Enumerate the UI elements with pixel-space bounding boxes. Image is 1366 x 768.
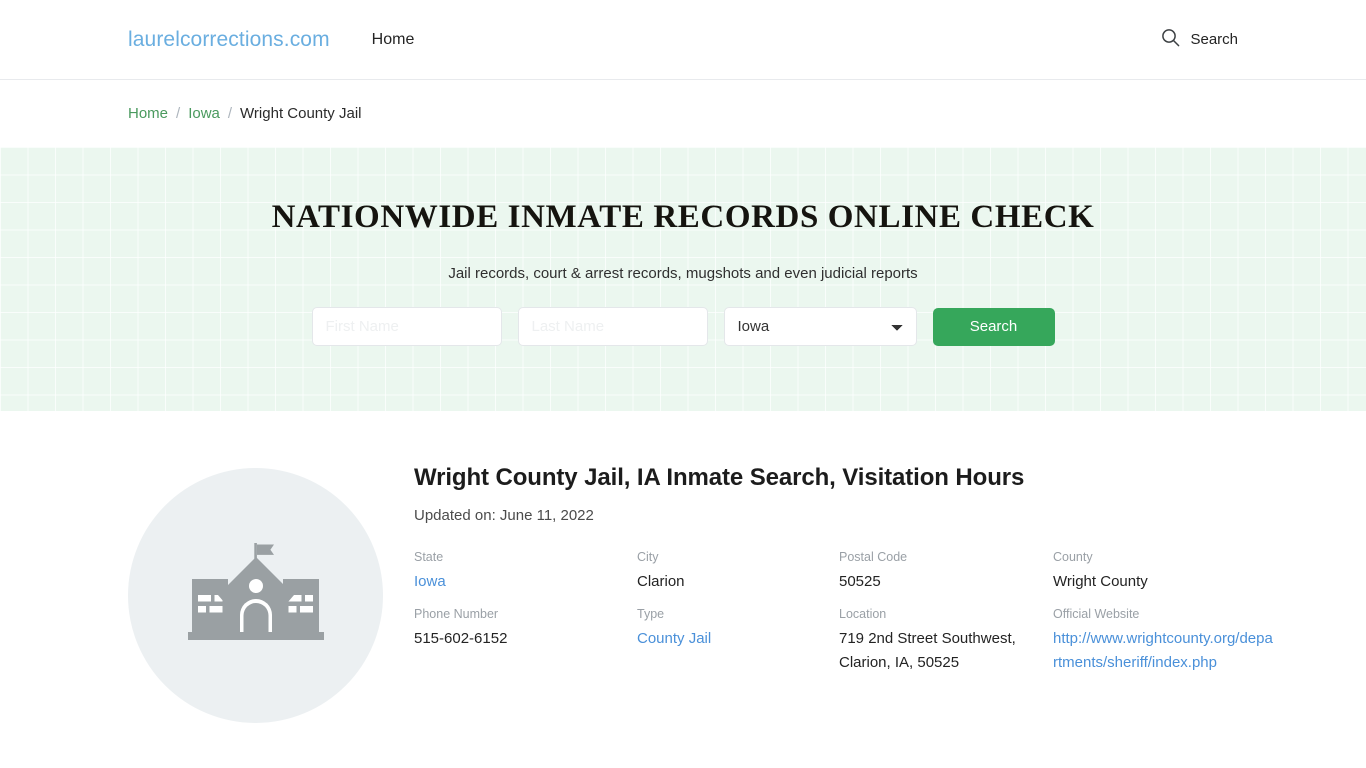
fact-value-state[interactable]: Iowa (414, 573, 446, 590)
fact-value-type[interactable]: County Jail (637, 630, 711, 647)
fact-type: Type County Jail (637, 607, 839, 674)
breadcrumb-item-iowa[interactable]: Iowa (188, 105, 220, 122)
header-search-label: Search (1190, 31, 1238, 48)
fact-label: Postal Code (839, 550, 908, 564)
site-header: laurelcorrections.com Home Search (0, 0, 1366, 80)
hero-title: NATIONWIDE INMATE RECORDS ONLINE CHECK (271, 199, 1095, 235)
thumbnail-circle (128, 468, 383, 723)
breadcrumb-bar: Home / Iowa / Wright County Jail (0, 80, 1366, 147)
breadcrumb: Home / Iowa / Wright County Jail (128, 105, 361, 122)
updated-date: Updated on: June 11, 2022 (414, 507, 594, 524)
fact-location: Location 719 2nd Street Southwest, Clari… (839, 607, 1053, 674)
fact-value-phone-number: 515-602-6152 (414, 630, 508, 648)
fact-label: Official Website (1053, 607, 1140, 622)
hero-subtitle: Jail records, court & arrest records, mu… (448, 265, 918, 283)
breadcrumb-item-home[interactable]: Home (128, 105, 168, 122)
hero-section: NATIONWIDE INMATE RECORDS ONLINE CHECK J… (0, 147, 1366, 411)
breadcrumb-item-current: Wright County Jail (240, 105, 362, 122)
first-name-input[interactable] (311, 307, 502, 347)
header-search-button[interactable]: Search (1161, 28, 1238, 52)
state-select[interactable]: Iowa (723, 307, 917, 347)
fact-label: Phone Number (414, 607, 499, 622)
inmate-search-form: Iowa Search (311, 307, 1055, 347)
fact-official-website: Official Website http://www.wrightcounty… (1053, 607, 1283, 674)
fact-value-county: Wright County (1053, 573, 1148, 590)
fact-county: County Wright County (1053, 550, 1283, 593)
fact-label: County (1053, 550, 1093, 564)
main-navigation: Home (366, 27, 421, 53)
fact-value-city: Clarion (637, 573, 685, 590)
fact-value-postal-code: 50525 (839, 573, 881, 590)
last-name-input[interactable] (517, 307, 708, 347)
facility-thumbnail (128, 428, 414, 723)
facility-details: Wright County Jail, IA Inmate Search, Vi… (414, 428, 1283, 723)
fact-label: Location (839, 607, 887, 622)
site-logo[interactable]: laurelcorrections.com (128, 28, 330, 52)
fact-postal-code: Postal Code 50525 (839, 550, 1053, 593)
breadcrumb-separator: / (176, 105, 181, 122)
fact-value-location: 719 2nd Street Southwest, Clarion, IA, 5… (839, 630, 1016, 671)
main-content: Wright County Jail, IA Inmate Search, Vi… (0, 411, 1366, 723)
search-submit-button[interactable]: Search (932, 307, 1055, 346)
nav-item-home[interactable]: Home (366, 27, 421, 53)
fact-city: City Clarion (637, 550, 839, 593)
courthouse-building-icon (186, 533, 326, 658)
fact-label: City (637, 550, 659, 564)
page-title: Wright County Jail, IA Inmate Search, Vi… (414, 464, 1025, 491)
fact-label: Type (637, 607, 665, 622)
fact-value-official-website[interactable]: http://www.wrightcounty.org/departments/… (1053, 630, 1273, 670)
breadcrumb-separator: / (227, 105, 233, 122)
search-icon (1161, 28, 1180, 52)
facility-fact-grid: State Iowa City Clarion Postal Code 5052… (414, 550, 1283, 674)
fact-label: State (414, 550, 444, 564)
fact-state: State Iowa (414, 550, 637, 593)
fact-phone-number: Phone Number 515-602-6152 (414, 607, 637, 674)
